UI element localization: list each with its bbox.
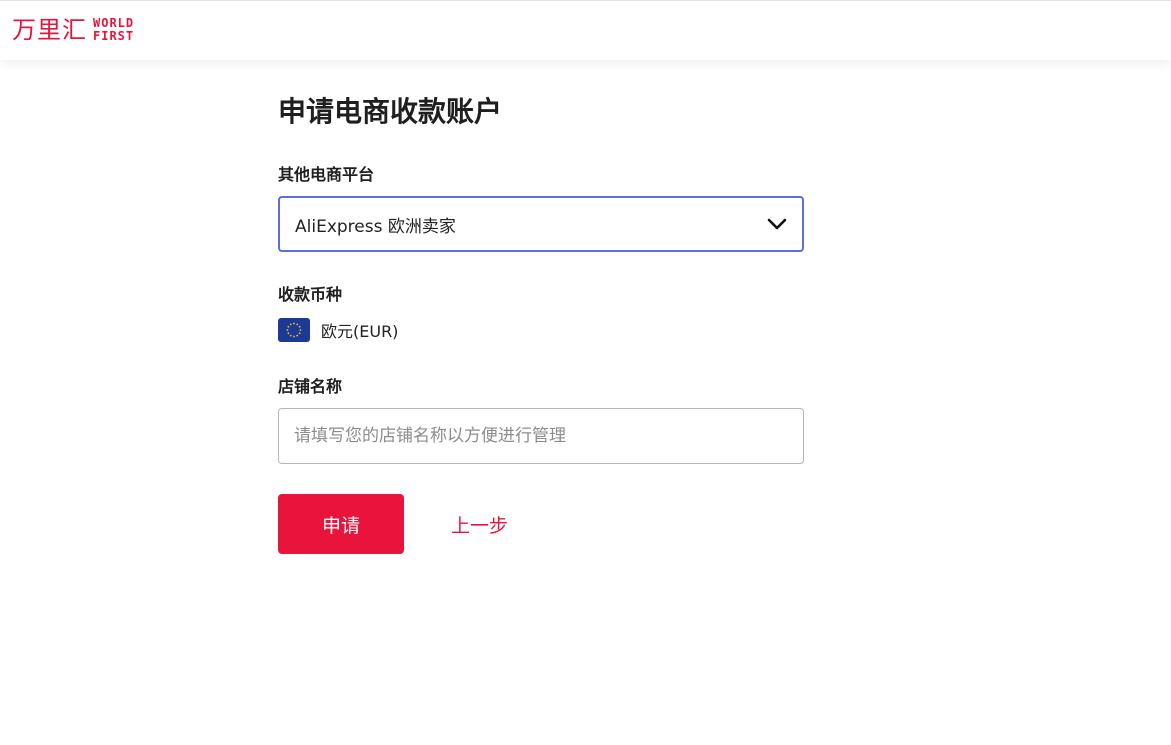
page: 万里汇 WORLD FIRST 申请电商收款账户 其他电商平台 AliExpre… — [0, 0, 1171, 745]
store-name-input[interactable] — [278, 408, 804, 464]
platform-label: 其他电商平台 — [278, 165, 375, 184]
logo-chinese-text: 万里汇 — [12, 16, 87, 44]
logo-english-text: WORLD FIRST — [93, 17, 134, 43]
page-title: 申请电商收款账户 — [278, 95, 503, 128]
currency-label: 收款币种 — [278, 285, 343, 304]
logo-english-line-2: FIRST — [93, 29, 135, 43]
apply-button[interactable]: 申请 — [278, 494, 404, 554]
previous-step-link[interactable]: 上一步 — [451, 511, 508, 538]
eu-flag-icon — [278, 318, 310, 342]
currency-value: 欧元(EUR) — [321, 322, 399, 341]
chevron-down-icon[interactable] — [766, 213, 788, 235]
store-name-label: 店铺名称 — [278, 377, 343, 396]
application-form: 申请电商收款账户 其他电商平台 AliExpress 欧洲卖家 收款币种 欧元(… — [278, 90, 804, 554]
form-actions: 申请 上一步 — [278, 494, 804, 554]
worldfirst-logo[interactable]: 万里汇 WORLD FIRST — [12, 15, 134, 45]
platform-select[interactable]: AliExpress 欧洲卖家 — [278, 196, 804, 252]
currency-value-row: 欧元(EUR) — [278, 318, 804, 342]
platform-selected-value: AliExpress 欧洲卖家 — [295, 216, 456, 237]
top-navigation-bar: 万里汇 WORLD FIRST — [0, 0, 1171, 60]
